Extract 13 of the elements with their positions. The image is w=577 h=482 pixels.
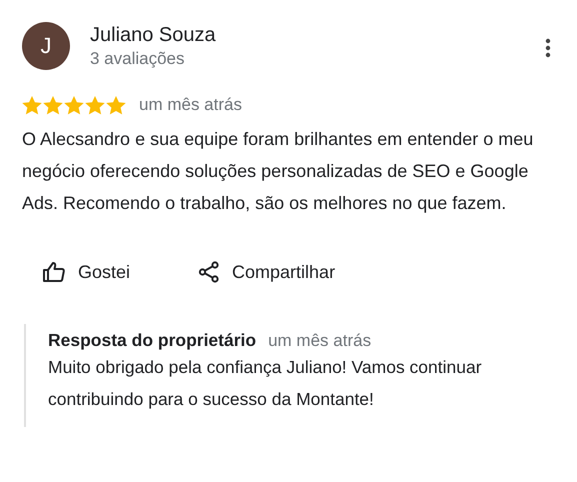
like-button[interactable]: Gostei bbox=[22, 257, 148, 287]
review-time: um mês atrás bbox=[139, 95, 242, 115]
share-icon bbox=[198, 261, 220, 283]
share-button[interactable]: Compartilhar bbox=[178, 257, 354, 287]
author-name[interactable]: Juliano Souza bbox=[90, 24, 545, 47]
reply-label: Resposta do proprietário bbox=[48, 330, 256, 351]
review-count: 3 avaliações bbox=[90, 49, 186, 69]
thumbs-up-icon bbox=[42, 261, 66, 283]
more-options-button[interactable] bbox=[545, 38, 551, 58]
reply-time: um mês atrás bbox=[268, 331, 372, 351]
reply-text: Muito obrigado pela confiança Juliano! Vamos continuar contribuindo para o sucesso da Montante! bbox=[48, 356, 483, 411]
review-text: O Alecsandro e sua equipe foram brilhantes em entender o meu negócio oferecendo soluções personalizadas de SEO e Google Ads. Recomendo o trabalho, são os melhores no que fazem. bbox=[22, 128, 534, 215]
avatar: J bbox=[22, 22, 70, 70]
